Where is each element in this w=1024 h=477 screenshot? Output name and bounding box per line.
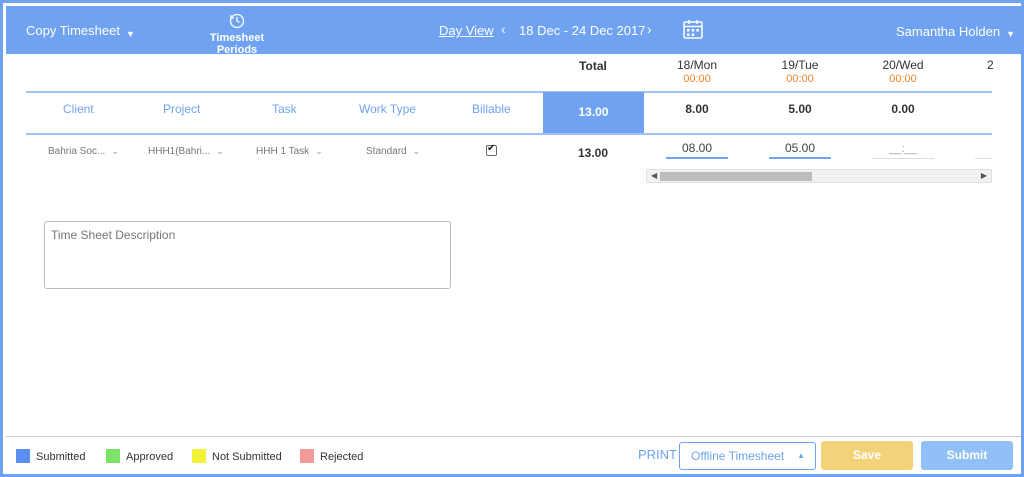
legend-rejected: Rejected — [300, 449, 363, 463]
work-type-value: Standard — [366, 146, 407, 157]
legend-swatch — [300, 449, 314, 463]
timesheet-description-textarea[interactable]: Time Sheet Description — [44, 221, 451, 289]
legend-swatch — [192, 449, 206, 463]
submit-button[interactable]: Submit — [921, 441, 1013, 470]
task-value: HHH 1 Task — [256, 146, 310, 157]
scrollbar-thumb[interactable] — [660, 172, 812, 181]
chevron-down-icon: ⌄ — [111, 146, 119, 156]
total-column-header: Total — [579, 59, 607, 73]
offline-timesheet-label: Offline Timesheet — [691, 449, 785, 463]
caret-down-icon: ▼ — [1006, 29, 1015, 39]
hours-input-tue[interactable] — [769, 139, 831, 159]
horizontal-scrollbar[interactable]: ◀ ▶ — [646, 169, 992, 183]
day-label: 19/Tue — [781, 58, 819, 72]
column-header-client: Client — [63, 102, 94, 116]
grand-total: 13.00 — [543, 92, 644, 133]
column-header-billable: Billable — [472, 102, 511, 116]
day-view-link[interactable]: Day View — [439, 23, 494, 38]
day-label: 18/Mon — [676, 58, 718, 72]
day-total-wed: 0.00 — [891, 102, 915, 116]
column-header-work-type: Work Type — [359, 102, 416, 116]
scroll-right-icon[interactable]: ▶ — [981, 170, 987, 182]
timesheet-periods-label: Timesheet Periods — [209, 32, 265, 56]
billable-checkbox[interactable] — [486, 143, 497, 156]
copy-timesheet-label: Copy Timesheet — [26, 23, 120, 38]
task-select[interactable]: HHH 1 Task ⌄ — [256, 146, 323, 157]
caret-up-icon: ▲ — [797, 451, 805, 460]
divider — [26, 91, 992, 93]
day-header-wed: 20/Wed 00:00 — [853, 58, 953, 85]
legend-swatch — [16, 449, 30, 463]
chevron-down-icon: ⌄ — [315, 146, 323, 156]
description-placeholder: Time Sheet Description — [51, 228, 176, 242]
legend-label: Not Submitted — [212, 451, 282, 463]
day-total-tue: 5.00 — [788, 102, 812, 116]
scroll-left-icon[interactable]: ◀ — [651, 170, 657, 182]
caret-down-icon: ▼ — [125, 29, 135, 39]
column-header-task: Task — [272, 102, 297, 116]
hours-input-wed[interactable]: __:__ — [872, 143, 934, 159]
legend-label: Submitted — [36, 451, 86, 463]
legend-swatch — [106, 449, 120, 463]
legend-label: Rejected — [320, 451, 364, 463]
divider — [26, 133, 992, 135]
day-label: 20/Wed — [882, 58, 924, 72]
user-menu[interactable]: Samantha Holden ▼ — [896, 24, 1015, 39]
work-type-select[interactable]: Standard ⌄ — [366, 146, 420, 157]
app-frame: Copy Timesheet ▼ Timesheet Periods Day Vi… — [0, 0, 1024, 477]
row-total: 13.00 — [577, 146, 609, 160]
legend-approved: Approved — [106, 449, 173, 463]
date-range-label: 18 Dec - 24 Dec 2017 — [519, 23, 646, 38]
chevron-down-icon: ⌄ — [412, 146, 421, 156]
day-header-thu-cut: 2 — [987, 58, 994, 72]
hours-input-thu-cut[interactable] — [975, 158, 992, 159]
day-hours: 00:00 — [786, 73, 814, 85]
day-header-mon: 18/Mon 00:00 — [647, 58, 747, 85]
legend-submitted: Submitted — [16, 449, 86, 463]
day-hours: 00:00 — [683, 73, 711, 85]
top-bar: Copy Timesheet ▼ Timesheet Periods Day Vi… — [6, 6, 1021, 56]
timesheet-periods-button[interactable]: Timesheet Periods — [189, 12, 285, 56]
print-link[interactable]: PRINT — [638, 447, 677, 462]
client-value: Bahria Soc... — [48, 146, 106, 157]
user-name: Samantha Holden — [896, 24, 1001, 39]
copy-timesheet-dropdown[interactable]: Copy Timesheet ▼ — [26, 23, 135, 39]
project-select[interactable]: HHH1(Bahri... ⌄ — [148, 146, 224, 157]
chevron-right-icon[interactable]: › — [647, 21, 652, 37]
save-button[interactable]: Save — [821, 441, 913, 470]
offline-timesheet-select[interactable]: Offline Timesheet ▲ — [679, 442, 816, 470]
footer-bar: Submitted Approved Not Submitted Rejecte… — [6, 436, 1021, 474]
hours-input-mon[interactable] — [666, 139, 728, 159]
column-header-project: Project — [163, 102, 201, 116]
calendar-icon[interactable] — [682, 18, 704, 40]
chevron-left-icon[interactable]: ‹ — [501, 21, 506, 37]
legend-not-submitted: Not Submitted — [192, 449, 282, 463]
client-select[interactable]: Bahria Soc... ⌄ — [48, 146, 119, 157]
day-total-mon: 8.00 — [685, 102, 709, 116]
clock-refresh-icon — [229, 13, 245, 29]
chevron-down-icon: ⌄ — [216, 146, 224, 156]
legend-label: Approved — [126, 451, 174, 463]
day-hours: 00:00 — [889, 73, 917, 85]
day-header-tue: 19/Tue 00:00 — [750, 58, 850, 85]
project-value: HHH1(Bahri... — [148, 146, 211, 157]
